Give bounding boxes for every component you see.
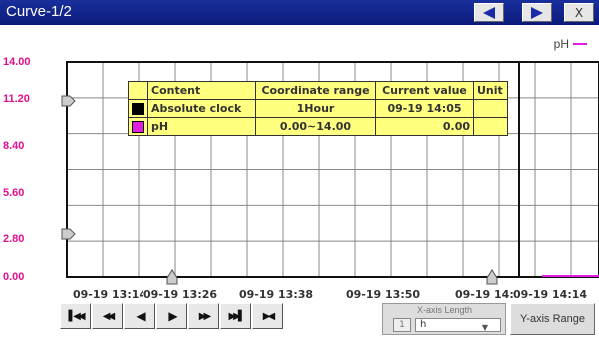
unit-value: h <box>420 319 427 330</box>
color-swatch <box>132 121 144 133</box>
skip-next-icon: ▶▶▌ <box>228 310 245 322</box>
x-axis-length-control: X-axis Length 1 h ▼ <box>382 303 506 335</box>
table-row[interactable]: Absolute clock 1Hour 09-19 14:05 <box>128 99 508 118</box>
curve-plot[interactable] <box>0 0 599 300</box>
content-cell: Absolute clock <box>147 99 256 118</box>
content-cell: pH <box>147 117 256 136</box>
header-cell: Unit <box>473 81 508 100</box>
step-backward-button[interactable]: ◀ <box>124 303 155 329</box>
color-swatch-cell <box>128 99 148 118</box>
y-marker-lower <box>61 228 76 240</box>
x-axis-length-unit-select[interactable]: h ▼ <box>415 318 501 332</box>
header-cell: Coordinate range <box>255 81 376 100</box>
x-marker-right <box>486 269 498 285</box>
x-tick-label: 09-19 13:26 <box>143 288 218 301</box>
next-page-button[interactable]: ▶▶▌ <box>220 303 251 329</box>
fast-forward-icon: ▶▶ <box>198 310 212 322</box>
x-axis-length-number[interactable]: 1 <box>393 318 411 332</box>
header-cell: Content <box>147 81 256 100</box>
fast-backward-icon: ◀◀ <box>102 310 116 322</box>
color-swatch <box>132 103 144 115</box>
table-row[interactable]: pH 0.00~14.00 0.00 <box>128 117 508 136</box>
x-tick-label: 09-19 13:50 <box>346 288 421 301</box>
chevron-down-icon: ▼ <box>481 323 488 332</box>
fast-backward-button[interactable]: ◀◀ <box>92 303 123 329</box>
first-page-button[interactable]: ▌◀◀ <box>60 303 91 329</box>
step-forward-icon: ▶ <box>168 309 177 323</box>
navigation-bar: ▌◀◀ ◀◀ ◀ ▶ ▶▶ ▶▶▌ ▶◀ <box>60 303 283 329</box>
unit-cell <box>473 99 508 118</box>
y-axis-range-button[interactable]: Y-axis Range <box>510 303 595 335</box>
x-tick-label: 09-19 14:14 <box>513 288 588 301</box>
last-page-button[interactable]: ▶◀ <box>252 303 283 329</box>
curve-info-table: Content Coordinate range Current value U… <box>128 81 508 136</box>
range-cell: 0.00~14.00 <box>255 117 376 136</box>
step-backward-icon: ◀ <box>136 309 145 323</box>
step-forward-button[interactable]: ▶ <box>156 303 187 329</box>
x-tick-label: 09-19 13:38 <box>239 288 314 301</box>
header-cell: Current value <box>375 81 474 100</box>
unit-cell <box>473 117 508 136</box>
skip-last-icon: ▶◀ <box>262 310 276 322</box>
fast-forward-button[interactable]: ▶▶ <box>188 303 219 329</box>
x-axis-length-label: X-axis Length <box>417 305 473 315</box>
range-cell: 1Hour <box>255 99 376 118</box>
table-header-row: Content Coordinate range Current value U… <box>128 81 508 100</box>
color-swatch-cell <box>128 117 148 136</box>
skip-first-icon: ▌◀◀ <box>68 310 85 322</box>
x-tick-label: 09-19 13:14 <box>73 288 148 301</box>
value-cell: 0.00 <box>375 117 474 136</box>
header-cell <box>128 81 148 100</box>
value-cell: 09-19 14:05 <box>375 99 474 118</box>
